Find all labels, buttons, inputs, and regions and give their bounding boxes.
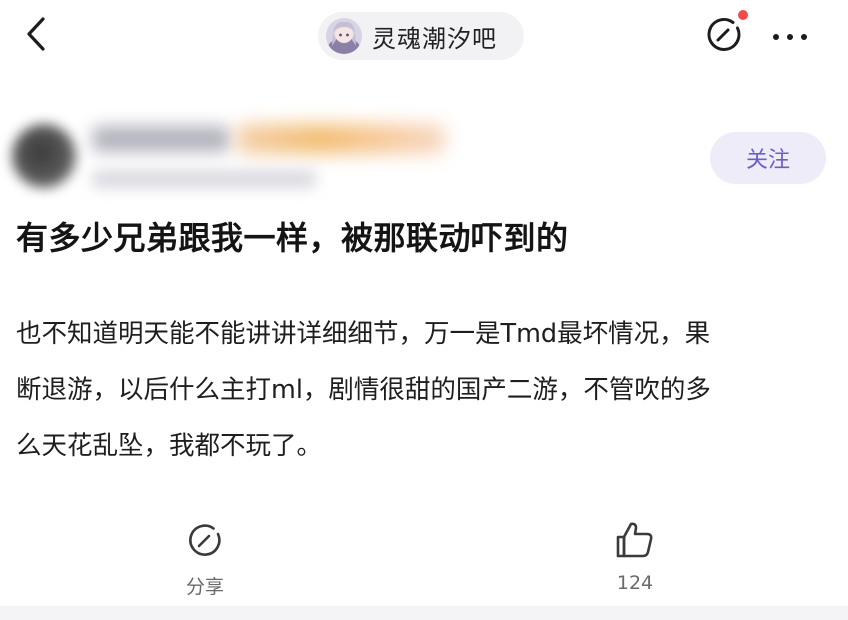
follow-button[interactable]: 关注 — [710, 132, 826, 184]
post-body-line: 么天花乱坠，我都不玩了。 — [16, 431, 323, 461]
more-horizontal-icon — [770, 27, 810, 46]
bottom-divider — [0, 606, 848, 620]
forum-link[interactable]: 灵魂潮汐吧 — [318, 12, 524, 60]
share-icon — [183, 518, 227, 562]
forum-avatar — [326, 18, 362, 54]
share-button[interactable]: 分享 — [145, 518, 265, 608]
post-body-line: 断退游，以后什么主打ml，剧情很甜的国产二游，不管吹的多 — [16, 375, 711, 405]
like-button[interactable]: 124 — [575, 518, 695, 608]
author-meta-redacted — [92, 170, 316, 188]
notification-dot — [738, 10, 748, 20]
more-button[interactable] — [764, 14, 816, 58]
author-badge-redacted — [236, 124, 446, 154]
post-body: 也不知道明天能不能讲讲详细细节，万一是Tmd最坏情况，果 断退游，以后什么主打m… — [16, 306, 832, 474]
author-name-redacted[interactable] — [92, 126, 230, 152]
top-navigation-bar: 灵魂潮汐吧 — [0, 0, 848, 72]
back-button[interactable] — [18, 14, 54, 58]
forum-name: 灵魂潮汐吧 — [372, 24, 497, 53]
post-title: 有多少兄弟跟我一样，被那联动吓到的 — [16, 219, 569, 257]
like-count: 124 — [616, 572, 654, 594]
share-label: 分享 — [185, 576, 224, 598]
author-avatar[interactable] — [12, 124, 76, 188]
thumbs-up-icon — [613, 518, 657, 562]
chevron-left-icon — [25, 16, 47, 56]
post-body-line: 也不知道明天能不能讲讲详细细节，万一是Tmd最坏情况，果 — [16, 319, 711, 349]
share-icon — [704, 14, 744, 58]
